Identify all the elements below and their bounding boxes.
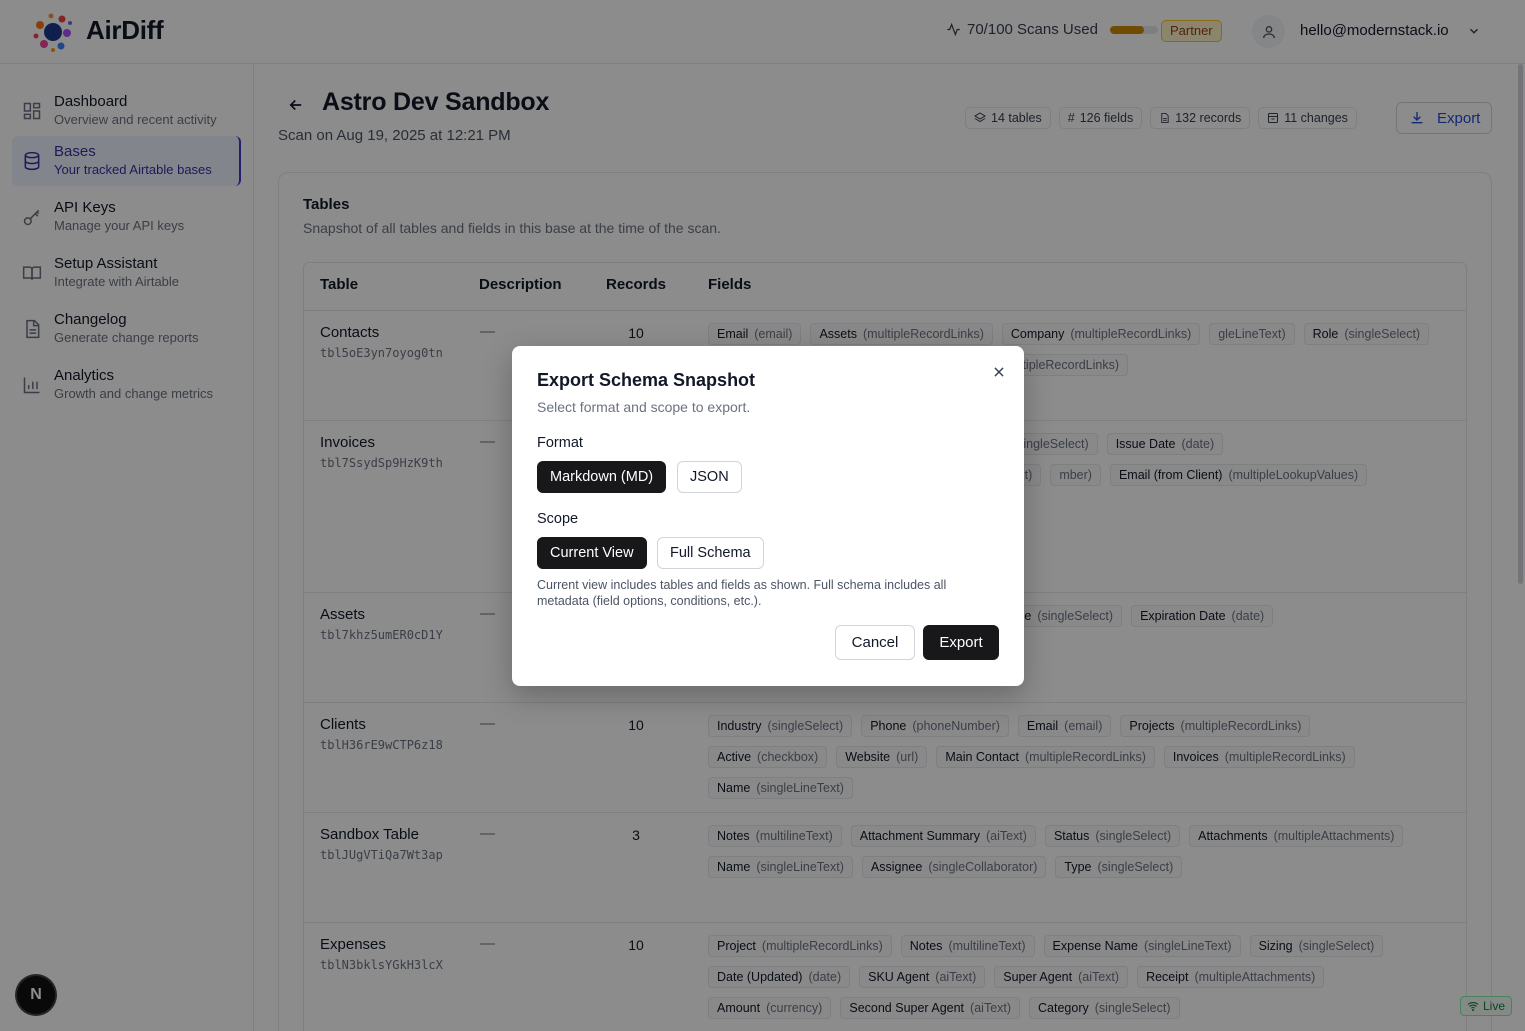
modal-subtitle: Select format and scope to export. (537, 399, 751, 415)
modal-export-button[interactable]: Export (923, 625, 999, 660)
format-option-markdown[interactable]: Markdown (MD) (537, 461, 667, 493)
close-button[interactable] (990, 363, 1008, 381)
export-modal: Export Schema Snapshot Select format and… (512, 346, 1024, 686)
cancel-button[interactable]: Cancel (835, 625, 915, 660)
scope-label: Scope (537, 511, 579, 527)
format-option-json[interactable]: JSON (677, 461, 742, 493)
modal-title: Export Schema Snapshot (537, 370, 756, 390)
format-label: Format (537, 435, 583, 451)
scope-option-full-schema[interactable]: Full Schema (657, 537, 764, 569)
scope-note: Current view includes tables and fields … (537, 578, 947, 608)
scope-option-current-view[interactable]: Current View (537, 537, 647, 569)
close-icon (994, 367, 1004, 377)
